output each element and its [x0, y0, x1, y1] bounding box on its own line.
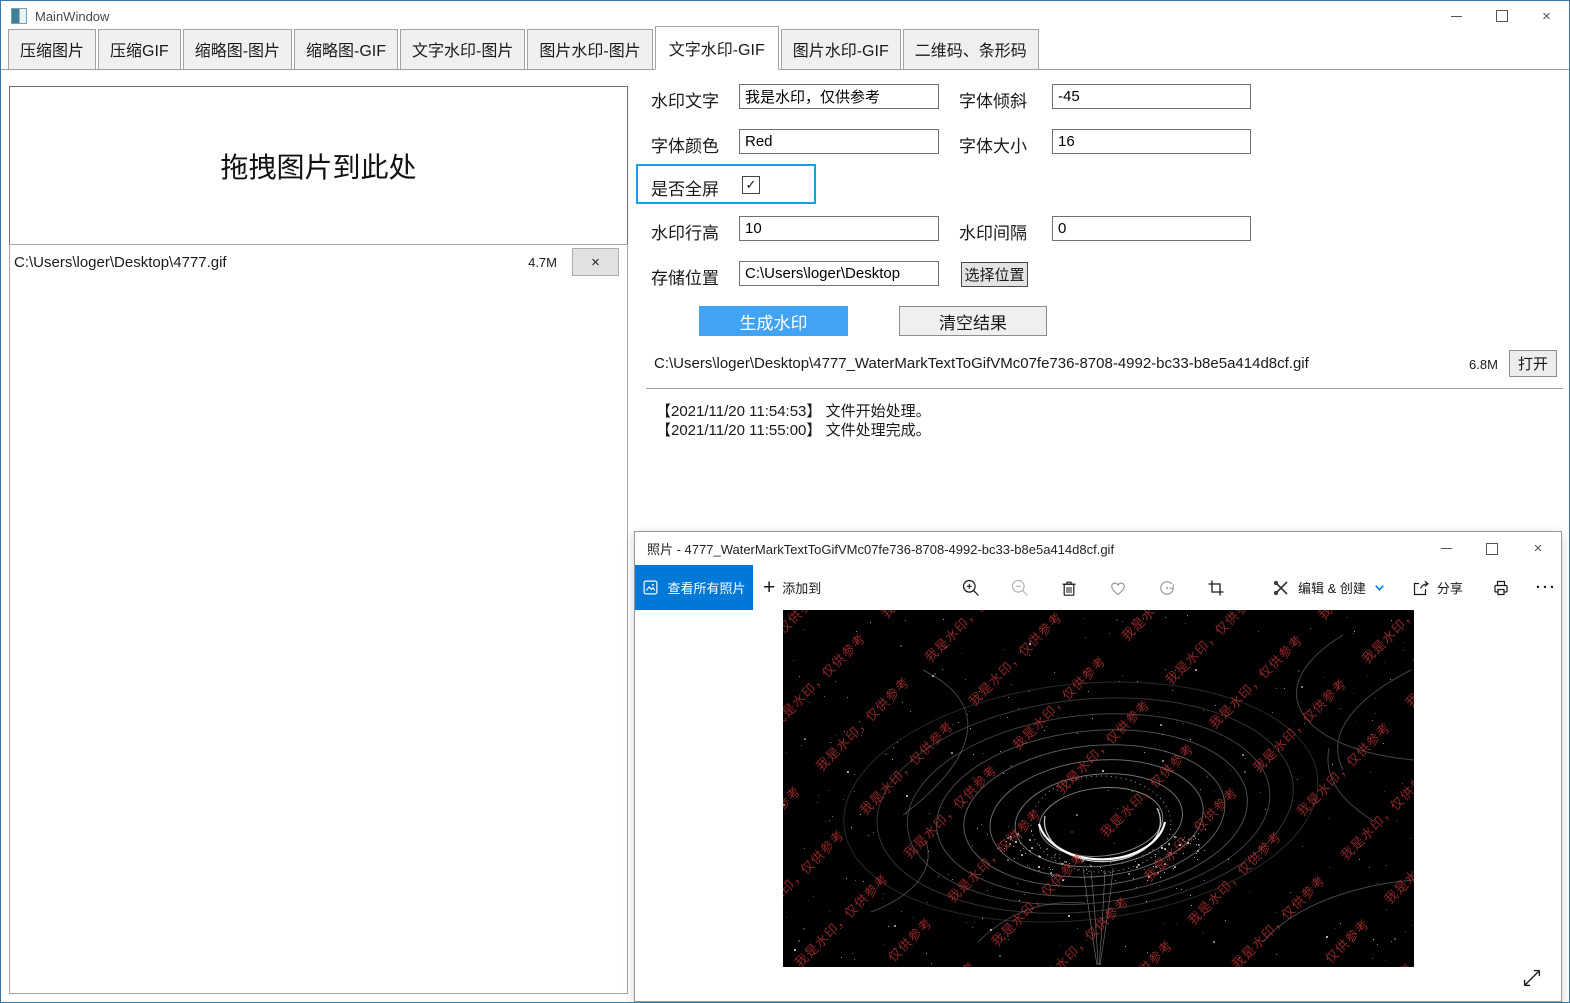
app-icon: [11, 8, 27, 24]
result-file-path: C:\Users\loger\Desktop\4777_WaterMarkTex…: [654, 355, 1309, 372]
see-all-photos-label: 查看所有照片: [667, 581, 746, 596]
delete-button[interactable]: [1059, 565, 1079, 610]
result-file-size: 6.8M: [1469, 357, 1498, 372]
main-window: MainWindow × 压缩图片 压缩GIF 缩略图-图片 缩略图-GIF 文…: [0, 0, 1570, 1003]
maximize-icon: [1495, 10, 1508, 22]
tab-qrcode-barcode[interactable]: 二维码、条形码: [902, 29, 1039, 69]
font-size-label: 字体大小: [959, 137, 1027, 156]
edit-create-label: 编辑 & 创建: [1298, 581, 1366, 596]
drop-hint-text: 拖拽图片到此处: [220, 152, 417, 183]
save-path-input[interactable]: [739, 261, 939, 286]
close-button[interactable]: ×: [1524, 1, 1569, 31]
add-to-label: 添加到: [782, 581, 822, 596]
photo-viewer-title: 照片 - 4777_WaterMarkTextToGifVMc07fe736-8…: [647, 542, 1115, 557]
spacing-input[interactable]: [1052, 216, 1251, 241]
print-button[interactable]: [1490, 565, 1512, 610]
browse-location-button[interactable]: 选择位置: [961, 262, 1028, 287]
file-list: C:\Users\loger\Desktop\4777.gif 4.7M ×: [9, 244, 628, 994]
photos-icon: [644, 580, 658, 595]
zoom-out-button[interactable]: [1010, 565, 1030, 610]
close-icon: ×: [1533, 540, 1543, 557]
font-color-input[interactable]: [739, 129, 939, 154]
clear-results-button[interactable]: 清空结果: [899, 306, 1047, 336]
share-label: 分享: [1436, 581, 1463, 596]
blackhole-graphic: [843, 634, 1414, 966]
maximize-icon: [1486, 542, 1498, 555]
edit-create-button[interactable]: 编辑 & 创建: [1271, 578, 1386, 598]
watermark-text-input[interactable]: [739, 84, 939, 109]
image-drop-zone[interactable]: 拖拽图片到此处: [9, 86, 628, 246]
remove-file-button[interactable]: ×: [572, 248, 619, 276]
resize-button[interactable]: [1519, 965, 1545, 991]
font-size-input[interactable]: [1052, 129, 1251, 154]
trash-icon: [1062, 581, 1076, 596]
tab-image-watermark-gif[interactable]: 图片水印-GIF: [780, 29, 901, 69]
pv-minimize-button[interactable]: [1423, 532, 1469, 565]
tab-text-watermark-gif[interactable]: 文字水印-GIF: [654, 26, 779, 70]
checkmark-icon: ✓: [745, 177, 757, 192]
zoom-in-button[interactable]: [961, 565, 981, 610]
photo-viewer-window: 照片 - 4777_WaterMarkTextToGifVMc07fe736-8…: [634, 531, 1562, 1002]
tab-thumbnail-image[interactable]: 缩略图-图片: [182, 29, 293, 69]
pv-maximize-button[interactable]: [1469, 532, 1515, 565]
line-height-input[interactable]: [739, 216, 939, 241]
photo-canvas: 我是水印，仅供参考 我是水印，仅供参考 我是水印，仅供参考 我是水印，仅供参考 …: [783, 610, 1414, 967]
fullscreen-checkbox[interactable]: ✓: [742, 176, 760, 194]
crop-icon: [1208, 580, 1224, 595]
window-title: MainWindow: [35, 8, 110, 24]
diagonal-resize-icon: [1523, 969, 1541, 987]
favorite-button[interactable]: [1108, 565, 1128, 610]
title-bar: MainWindow ×: [1, 1, 1569, 31]
file-path: C:\Users\loger\Desktop\4777.gif: [14, 253, 227, 271]
generate-watermark-button[interactable]: 生成水印: [699, 306, 848, 336]
more-button[interactable]: ···: [1536, 579, 1557, 596]
printer-icon: [1494, 580, 1508, 595]
chevron-down-icon: [1375, 585, 1384, 592]
file-size: 4.7M: [528, 254, 557, 270]
pv-close-button[interactable]: ×: [1515, 532, 1561, 565]
maximize-button[interactable]: [1479, 1, 1524, 31]
tab-compress-gif[interactable]: 压缩GIF: [98, 29, 181, 69]
font-color-label: 字体颜色: [651, 137, 719, 156]
heart-icon: [1111, 582, 1125, 595]
minimize-icon: [1451, 15, 1462, 17]
tab-text-watermark-image[interactable]: 文字水印-图片: [400, 29, 526, 69]
minimize-button[interactable]: [1434, 1, 1479, 31]
photo-viewer-toolbar: 查看所有照片 + 添加到 编辑 & 创建 分享 ···: [635, 565, 1561, 610]
open-result-button[interactable]: 打开: [1509, 350, 1557, 377]
tab-image-watermark-image[interactable]: 图片水印-图片: [527, 29, 653, 69]
tab-thumbnail-gif[interactable]: 缩略图-GIF: [294, 29, 399, 69]
share-button[interactable]: 分享: [1411, 578, 1463, 598]
log-line-done: 【2021/11/20 11:55:00】 文件处理完成。: [656, 422, 931, 439]
tab-bar: 压缩图片 压缩GIF 缩略图-图片 缩略图-GIF 文字水印-图片 图片水印-图…: [1, 26, 1569, 70]
crop-button[interactable]: [1206, 565, 1226, 610]
log-line-start: 【2021/11/20 11:54:53】 文件开始处理。: [656, 403, 931, 420]
file-row: C:\Users\loger\Desktop\4777.gif 4.7M ×: [10, 245, 627, 279]
see-all-photos-button[interactable]: 查看所有照片: [635, 565, 753, 610]
divider: [646, 388, 1563, 389]
close-icon: ×: [1542, 7, 1551, 25]
zoom-out-icon: [1011, 579, 1028, 596]
line-height-label: 水印行高: [651, 224, 719, 243]
add-to-button[interactable]: + 添加到: [763, 565, 821, 610]
minimize-icon: [1440, 548, 1452, 549]
zoom-in-icon: [962, 579, 979, 596]
rotate-button[interactable]: [1157, 565, 1177, 610]
spacing-label: 水印间隔: [959, 224, 1027, 243]
fullscreen-label: 是否全屏: [651, 180, 719, 199]
save-path-label: 存储位置: [651, 269, 719, 288]
rotate-icon: [1160, 580, 1174, 595]
plus-icon: +: [763, 576, 776, 599]
share-icon: [1413, 580, 1429, 595]
font-skew-label: 字体倾斜: [959, 92, 1027, 111]
watermark-text-label: 水印文字: [651, 92, 719, 111]
edit-create-icon: [1273, 580, 1288, 595]
tab-compress-image[interactable]: 压缩图片: [8, 29, 97, 69]
font-skew-input[interactable]: [1052, 84, 1251, 109]
photo-viewer-titlebar: 照片 - 4777_WaterMarkTextToGifVMc07fe736-8…: [635, 532, 1561, 565]
